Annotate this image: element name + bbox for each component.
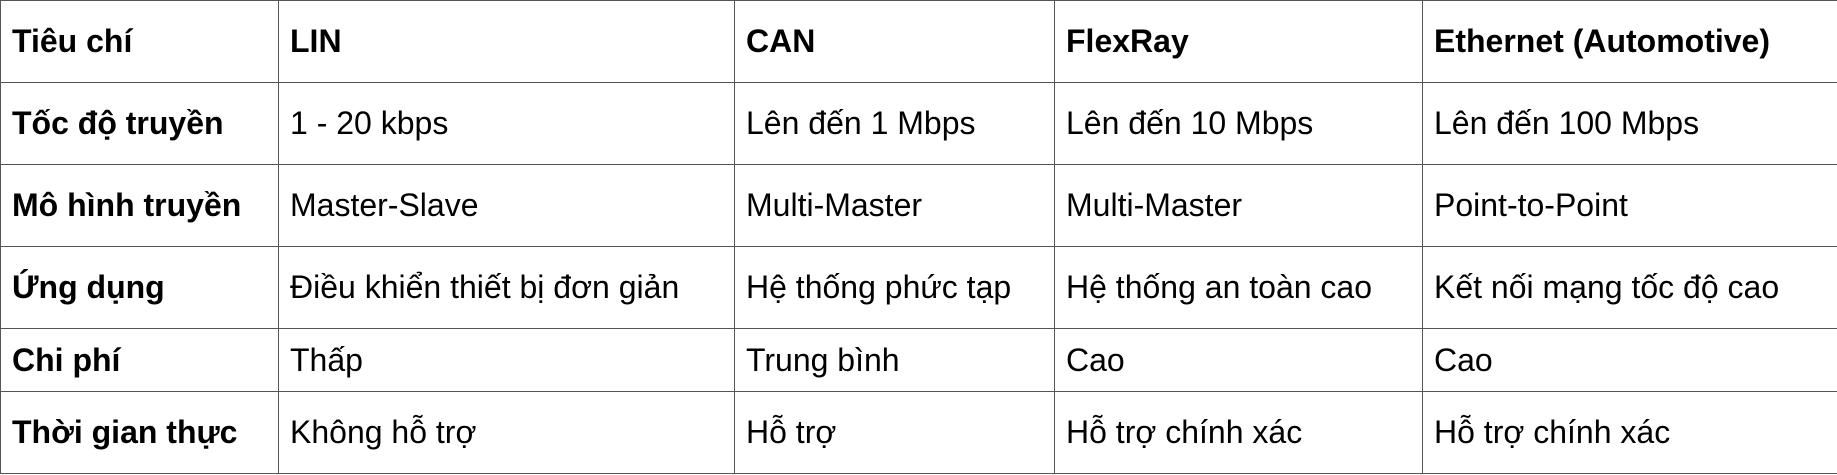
table-row: Tốc độ truyền 1 - 20 kbps Lên đến 1 Mbps… [0,82,1837,165]
table-cell: Lên đến 100 Mbps [1422,82,1837,165]
row-label: Chi phí [0,328,279,392]
table-cell: Hỗ trợ chính xác [1054,391,1423,474]
table-cell: Hệ thống phức tạp [734,246,1055,329]
header-lin: LIN [278,0,735,83]
table-cell: Hỗ trợ chính xác [1422,391,1837,474]
table-header-row: Tiêu chí LIN CAN FlexRay Ethernet (Autom… [0,0,1837,83]
table-cell: Hệ thống an toàn cao [1054,246,1423,329]
table-cell: Điều khiển thiết bị đơn giản [278,246,735,329]
table-cell: Master-Slave [278,164,735,247]
row-label: Mô hình truyền [0,164,279,247]
table-cell: Trung bình [734,328,1055,392]
table-cell: Multi-Master [734,164,1055,247]
comparison-table: Tiêu chí LIN CAN FlexRay Ethernet (Autom… [0,0,1837,474]
table-cell: Lên đến 1 Mbps [734,82,1055,165]
table-cell: 1 - 20 kbps [278,82,735,165]
table-row: Ứng dụng Điều khiển thiết bị đơn giản Hệ… [0,246,1837,329]
table-cell: Thấp [278,328,735,392]
header-ethernet: Ethernet (Automotive) [1422,0,1837,83]
table-cell: Cao [1422,328,1837,392]
table-cell: Không hỗ trợ [278,391,735,474]
table-cell: Cao [1054,328,1423,392]
table-cell: Kết nối mạng tốc độ cao [1422,246,1837,329]
table-cell: Hỗ trợ [734,391,1055,474]
header-criteria: Tiêu chí [0,0,279,83]
header-flexray: FlexRay [1054,0,1423,83]
table-row: Chi phí Thấp Trung bình Cao Cao [0,328,1837,392]
row-label: Tốc độ truyền [0,82,279,165]
table-cell: Lên đến 10 Mbps [1054,82,1423,165]
row-label: Thời gian thực [0,391,279,474]
row-label: Ứng dụng [0,246,279,329]
header-can: CAN [734,0,1055,83]
table-cell: Multi-Master [1054,164,1423,247]
table-row: Mô hình truyền Master-Slave Multi-Master… [0,164,1837,247]
table-row: Thời gian thực Không hỗ trợ Hỗ trợ Hỗ tr… [0,391,1837,474]
table-cell: Point-to-Point [1422,164,1837,247]
